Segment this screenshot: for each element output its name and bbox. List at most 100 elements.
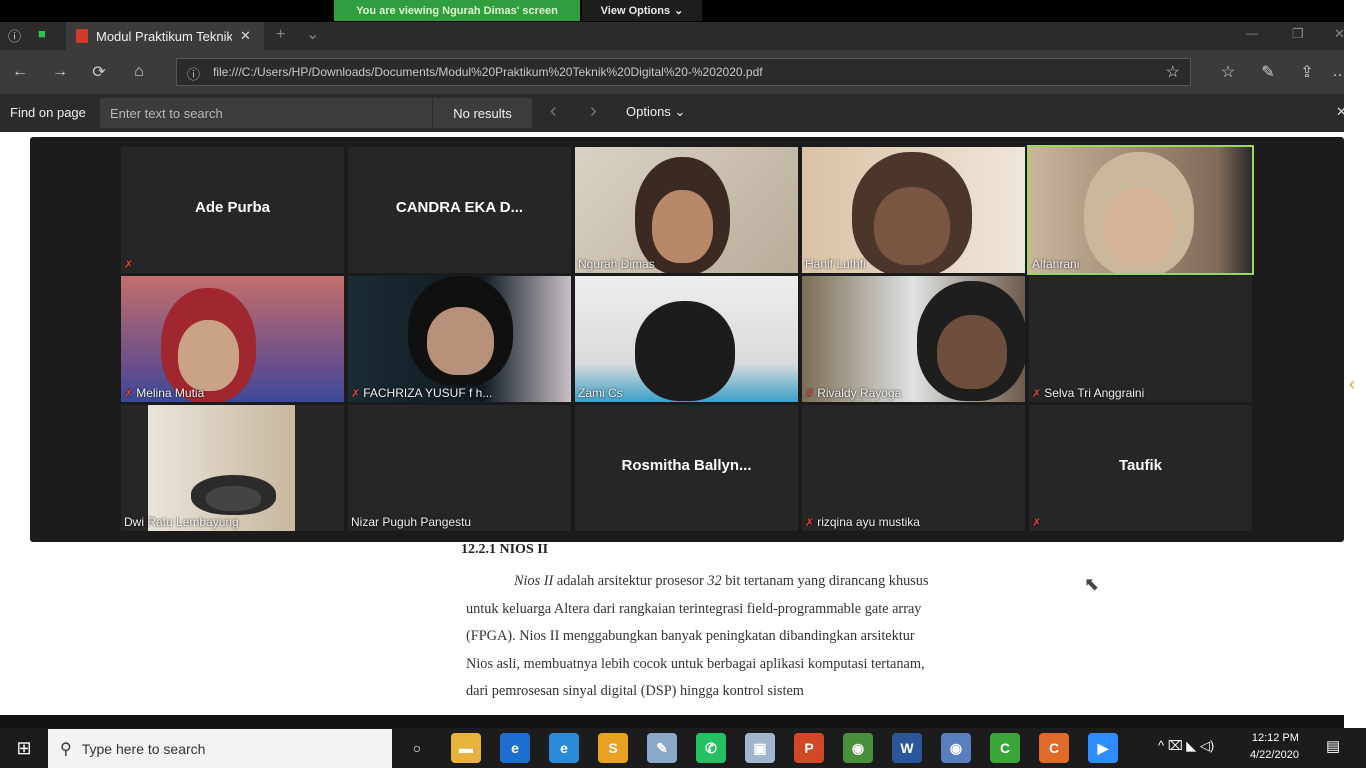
participant-name-center: Rosmitha Ballyn... (621, 457, 752, 474)
participant-tile[interactable]: Rosmitha Ballyn... (575, 405, 798, 531)
participant-label: Hanif Luthfi (805, 257, 866, 271)
internet-explorer-icon[interactable]: e (549, 733, 579, 763)
chevron-left-icon[interactable]: ‹ (1349, 374, 1355, 395)
participant-tile[interactable]: ✗ Selva Tri Anggraini (1029, 276, 1252, 402)
photos-icon[interactable]: ▣ (745, 733, 775, 763)
close-tab-icon[interactable]: ✕ (240, 28, 251, 44)
clock-time: 12:12 PM (1251, 732, 1299, 744)
participant-name-center: Taufik (1118, 457, 1163, 474)
participant-video (121, 276, 344, 402)
refresh-icon[interactable]: ⟳ (85, 58, 113, 86)
participant-tile[interactable]: Taufik ✗ (1029, 405, 1252, 531)
mic-muted-icon: ✗ (1032, 517, 1042, 529)
participant-tile[interactable]: Hanif Luthfi (802, 147, 1025, 273)
participant-tile[interactable]: ✗ Melina Mutia (121, 276, 344, 402)
powerpoint-icon[interactable]: P (794, 733, 824, 763)
active-tab[interactable]: Modul Praktikum Teknik ✕ (66, 22, 264, 50)
find-prev-icon[interactable]: ‹ (550, 100, 557, 123)
page-info-icon[interactable]: ⓘ (187, 64, 200, 83)
start-button[interactable]: ⊞ (0, 728, 48, 768)
participant-face (936, 314, 1008, 389)
word-icon[interactable]: W (892, 733, 922, 763)
participant-tile[interactable]: Ade Purba ✗ (121, 147, 344, 273)
participant-label: Dwi Ratu Lembayung (124, 515, 239, 529)
system-tray[interactable]: ^ ⌧ ◣ ◁) (1158, 738, 1214, 754)
body-line: Nios II adalah arsitektur prosesor 32 bi… (466, 568, 986, 596)
participant-face (873, 187, 951, 265)
find-next-icon[interactable]: › (590, 100, 597, 123)
participant-name: Zami Cs (578, 386, 623, 400)
participant-tile[interactable]: Alfahrani (1027, 145, 1254, 275)
mic-muted-icon: ✗ (805, 516, 815, 529)
forward-icon[interactable]: → (46, 58, 74, 86)
file-explorer-icon[interactable]: ▬ (451, 733, 481, 763)
participant-name: Selva Tri Anggraini (1044, 386, 1145, 400)
participant-name: Dwi Ratu Lembayung (124, 515, 239, 529)
participant-name: FACHRIZA YUSUF f h... (363, 386, 493, 400)
address-bar[interactable]: ⓘ file:///C:/Users/HP/Downloads/Document… (176, 58, 1191, 86)
participant-face (652, 190, 713, 264)
participant-tile[interactable]: Nizar Puguh Pangestu (348, 405, 571, 531)
camtasia-orange-icon[interactable]: C (1039, 733, 1069, 763)
body-line: dari pemrosesan sinyal digital (DSP) hin… (466, 683, 804, 700)
minimize-icon[interactable]: — (1246, 26, 1258, 40)
view-options-label: View Options (600, 4, 671, 17)
lock-icon: ■ (38, 26, 46, 41)
participant-tile[interactable]: ✗ rizqina ayu mustika (802, 405, 1025, 531)
find-options-button[interactable]: Options ⌄ (626, 104, 685, 120)
search-icon: ⚲ (60, 740, 72, 758)
body-line-rest: adalah arsitektur prosesor 32 bit tertan… (556, 573, 929, 589)
home-icon[interactable]: ⌂ (125, 58, 153, 86)
participant-label: Alfahrani (1032, 257, 1079, 271)
pen-icon[interactable]: ✎ (1254, 58, 1282, 86)
sublime-icon[interactable]: S (598, 733, 628, 763)
new-tab-icon[interactable]: + (276, 26, 285, 44)
participant-name: Melina Mutia (136, 386, 205, 400)
whatsapp-icon[interactable]: ✆ (696, 733, 726, 763)
taskbar-search-box[interactable]: ⚲ Type here to search (48, 729, 392, 768)
participant-tile[interactable]: Zami Cs (575, 276, 798, 402)
edge-icon[interactable]: e (500, 733, 530, 763)
mic-muted-icon: ✗ (124, 259, 134, 271)
video-gallery: Ade Purba ✗ CANDRA EKA D... Ngurah Dimas Han… (30, 137, 1344, 542)
clock-date: 4/22/2020 (1250, 749, 1299, 761)
chrome-2-icon[interactable]: ◉ (941, 733, 971, 763)
zoom-icon[interactable]: ▶ (1088, 733, 1118, 763)
body-line: (FPGA). Nios II menggabungkan banyak pen… (466, 628, 915, 645)
mic-muted-icon: ✗ (805, 387, 815, 400)
participant-video (802, 276, 1025, 402)
camtasia-green-icon[interactable]: C (990, 733, 1020, 763)
tab-list-icon[interactable]: ⌄ (306, 24, 319, 44)
body-line: untuk keluarga Altera dari rangkaian ter… (466, 600, 922, 617)
participant-name: Rivaldy Rayoga (817, 386, 902, 400)
find-input[interactable]: Enter text to search (100, 98, 432, 128)
participant-label: Ngurah Dimas (578, 257, 655, 271)
back-icon[interactable]: ← (6, 58, 34, 86)
favorites-list-icon[interactable]: ☆ (1214, 58, 1242, 86)
windows-icon: ⊞ (16, 737, 32, 758)
notifications-icon[interactable]: ▤ (1326, 737, 1340, 755)
share-icon[interactable]: ⇪ (1293, 58, 1321, 86)
taskbar-clock[interactable]: 12:12 PM 4/22/2020 (1250, 730, 1299, 764)
info-icon: ⓘ (8, 29, 22, 44)
participant-video (575, 147, 798, 273)
participant-tile[interactable]: Ngurah Dimas (575, 147, 798, 273)
participant-name: Nizar Puguh Pangestu (351, 515, 472, 529)
chrome-icon[interactable]: ◉ (843, 733, 873, 763)
task-view-icon[interactable]: ○ (402, 733, 432, 763)
participant-tile[interactable]: ✗ Rivaldy Rayoga (802, 276, 1025, 402)
share-status-banner: You are viewing Ngurah Dimas' screen (334, 0, 580, 21)
participant-tile[interactable]: ✗ FACHRIZA YUSUF f h... (348, 276, 571, 402)
chevron-down-icon: ⌄ (674, 104, 686, 119)
participant-tile[interactable]: Dwi Ratu Lembayung (121, 405, 344, 531)
participant-tile[interactable]: CANDRA EKA D... (348, 147, 571, 273)
participant-label: ✗ Selva Tri Anggraini (1032, 386, 1144, 400)
italic-term: Nios II (514, 573, 554, 589)
sidebar-collapse-strip: ‹ (1344, 0, 1366, 768)
favorite-star-icon[interactable]: ☆ (1166, 62, 1180, 82)
participant-label: Zami Cs (578, 386, 623, 400)
participant-face (1103, 187, 1175, 265)
restore-icon[interactable]: ❐ (1292, 26, 1304, 42)
notepad-icon[interactable]: ✎ (647, 733, 677, 763)
view-options-button[interactable]: View Options ⌄ (582, 0, 702, 21)
